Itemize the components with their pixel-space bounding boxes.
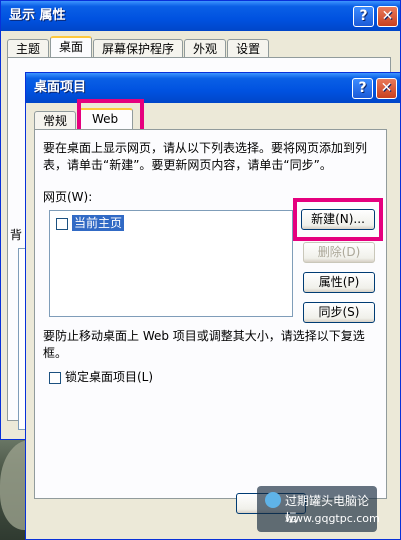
lock-items-checkbox-row[interactable]: 锁定桌面项目(L) [49, 368, 153, 385]
dialog-title: 桌面项目 [34, 80, 87, 95]
lock-items-checkbox[interactable] [49, 371, 61, 384]
list-item-checkbox[interactable] [56, 217, 68, 230]
properties-button[interactable]: 属性(P) [303, 272, 375, 293]
tab-screensaver[interactable]: 屏幕保护程序 [93, 39, 184, 58]
sync-button[interactable]: 同步(S) [303, 302, 375, 323]
tab-appearance[interactable]: 外观 [184, 39, 227, 58]
desktop-items-dialog: 桌面项目 ? ✕ 常规 Web 要在桌面上显示网页，请从以下列表选择。要将网页添… [25, 72, 401, 540]
dialog-help-button[interactable]: ? [352, 78, 373, 99]
close-button[interactable]: ✕ [377, 6, 398, 27]
new-button-highlight [293, 198, 383, 241]
delete-button[interactable]: 删除(D) [303, 242, 375, 263]
tab-general[interactable]: 常规 [34, 111, 77, 130]
lock-note-text: 要防止移动桌面上 Web 项目或调整其大小，请选择以下复选框。 [43, 329, 365, 360]
display-properties-titlebar: 显示 属性 ? ✕ [1, 1, 400, 31]
lock-items-label: 锁定桌面项目(L) [65, 370, 154, 384]
webpage-list[interactable]: 当前主页 [49, 210, 293, 317]
watermark: 过期罐头电脑论坛 www.gqgtpc.com [257, 486, 380, 532]
tab-settings[interactable]: 设置 [227, 39, 270, 58]
instructions-text: 要在桌面上显示网页，请从以下列表选择。要将网页添加到列表，请单击“新建”。要更新… [43, 141, 368, 172]
tab-theme[interactable]: 主题 [7, 39, 50, 58]
webpage-list-label: 网页(W): [43, 190, 93, 204]
tab-desktop[interactable]: 桌面 [50, 36, 93, 59]
window-title: 显示 属性 [9, 8, 66, 23]
side-label: 背 [10, 228, 23, 242]
display-properties-tabs: 主题 桌面 屏幕保护程序 外观 设置 [7, 36, 270, 59]
watermark-logo-icon [265, 492, 281, 508]
dialog-close-button[interactable]: ✕ [376, 78, 397, 99]
web-tab-panel: 要在桌面上显示网页，请从以下列表选择。要将网页添加到列表，请单击“新建”。要更新… [34, 129, 387, 499]
help-button[interactable]: ? [353, 6, 374, 27]
list-item-label: 当前主页 [72, 215, 125, 231]
list-item[interactable]: 当前主页 [56, 214, 125, 231]
watermark-url: www.gqgtpc.com [285, 512, 380, 525]
